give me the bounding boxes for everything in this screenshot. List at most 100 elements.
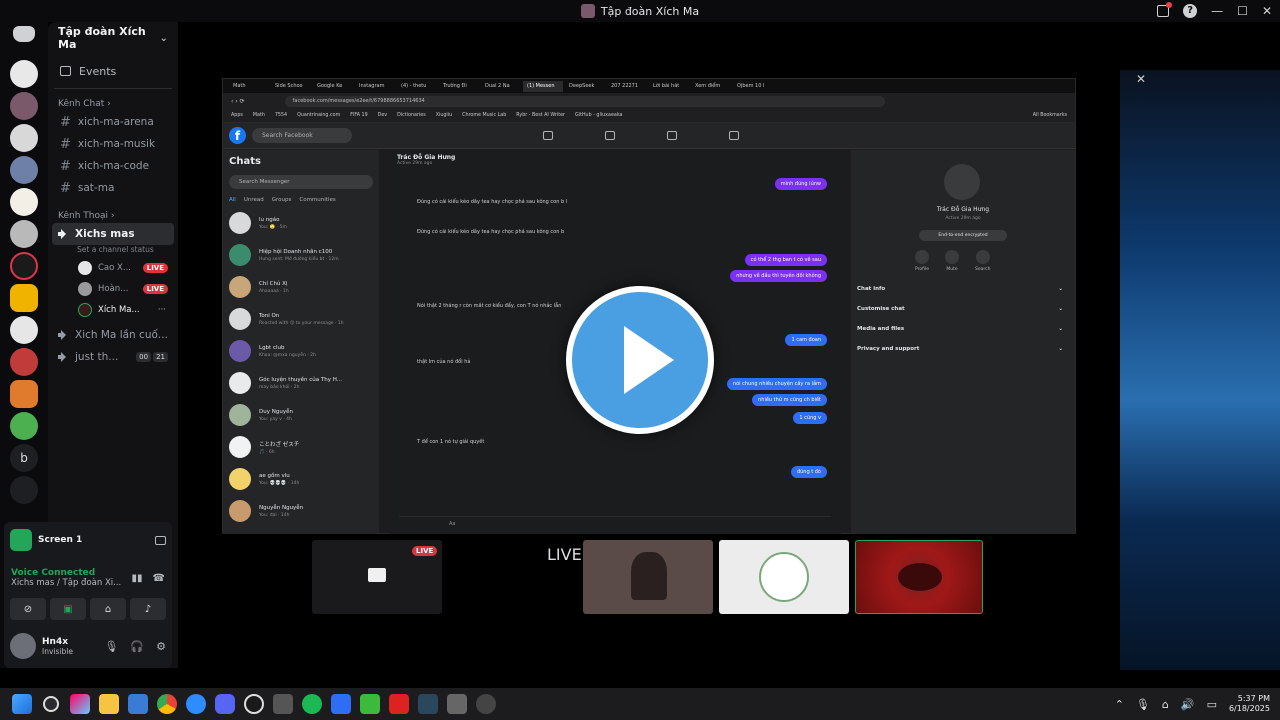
channel-item[interactable]: # sat-ma bbox=[48, 177, 178, 199]
channel-status-input[interactable]: Set a channel status bbox=[48, 245, 178, 257]
maximize-button[interactable]: ☐ bbox=[1237, 4, 1248, 18]
voice-channel-active[interactable]: Xichs mas bbox=[52, 223, 174, 245]
camera-off-button[interactable]: ⊘ bbox=[10, 598, 46, 620]
discord-home-icon[interactable] bbox=[13, 26, 35, 42]
steam-icon[interactable] bbox=[418, 694, 438, 714]
more-icon[interactable]: ··· bbox=[158, 305, 166, 315]
server-icon-7[interactable] bbox=[10, 252, 38, 280]
participant-tile[interactable] bbox=[583, 540, 713, 614]
channel-label: xich-ma-arena bbox=[77, 116, 154, 128]
server-icon-4[interactable] bbox=[10, 156, 38, 184]
mute-action: Mute bbox=[945, 250, 959, 272]
microphone-icon[interactable]: 🎙 bbox=[1136, 698, 1150, 711]
participant-tile[interactable] bbox=[855, 540, 983, 614]
minimize-button[interactable]: — bbox=[1211, 4, 1223, 18]
voice-category[interactable]: Kênh Thoại › bbox=[48, 207, 178, 223]
headphones-icon[interactable]: 🎧 bbox=[130, 640, 144, 653]
screen-share-row[interactable]: Screen 1 bbox=[4, 522, 172, 558]
server-icon-5[interactable] bbox=[10, 188, 38, 216]
speaker-icon bbox=[58, 330, 68, 340]
server-icon-1[interactable] bbox=[10, 60, 38, 88]
microphone-icon[interactable]: 🎙 bbox=[104, 640, 118, 653]
disconnect-icon[interactable]: ☎ bbox=[153, 573, 165, 584]
server-icon-6[interactable] bbox=[10, 220, 38, 248]
close-button[interactable]: ✕ bbox=[1262, 4, 1272, 18]
app-icon[interactable] bbox=[331, 694, 351, 714]
action-label: Mute bbox=[946, 267, 958, 272]
server-icon-9[interactable] bbox=[10, 316, 38, 344]
server-icon-10[interactable] bbox=[10, 348, 38, 376]
folder-icon[interactable] bbox=[10, 476, 38, 504]
server-icon-8[interactable] bbox=[10, 284, 38, 312]
volume-icon[interactable]: 🔊 bbox=[1181, 698, 1195, 711]
voice-channel[interactable]: just th... 00 21 bbox=[48, 346, 178, 368]
bookmark-item: All Bookmarks bbox=[1032, 113, 1067, 118]
chat-row: Hiệp hội Doanh nhân c100 Hưng sent: Mở đư… bbox=[229, 239, 373, 271]
time: 5:37 PM bbox=[1237, 694, 1270, 703]
bookmark-item: Dev bbox=[377, 113, 388, 118]
voice-status[interactable]: Voice Connected bbox=[11, 568, 121, 578]
voice-actions: ⊘ ▣ ⌂ ♪ bbox=[4, 594, 172, 624]
avatar bbox=[229, 500, 251, 522]
chrome-icon[interactable] bbox=[157, 694, 177, 714]
play-button[interactable] bbox=[566, 286, 714, 434]
file-explorer-icon[interactable] bbox=[99, 694, 119, 714]
inbox-icon[interactable] bbox=[1157, 2, 1173, 17]
store-icon[interactable] bbox=[128, 694, 148, 714]
avatar[interactable] bbox=[10, 633, 36, 659]
text-category[interactable]: Kênh Chat › bbox=[48, 95, 178, 111]
voice-channel[interactable]: Xich Ma lần cuố... bbox=[48, 324, 178, 346]
action-label: Profile bbox=[915, 267, 929, 272]
events-item[interactable]: Events bbox=[48, 58, 178, 84]
channel-item[interactable]: # xich-ma-musik bbox=[48, 133, 178, 155]
settings-gear-icon[interactable]: ⚙ bbox=[156, 640, 166, 653]
stream-tile-1[interactable]: LIVE bbox=[312, 540, 442, 614]
server-icon-11[interactable] bbox=[10, 380, 38, 408]
spotify-icon[interactable] bbox=[302, 694, 322, 714]
app-icon[interactable] bbox=[389, 694, 409, 714]
chevron-up-icon[interactable]: ⌃ bbox=[1115, 698, 1124, 711]
server-icon-12[interactable] bbox=[10, 412, 38, 440]
github-icon[interactable] bbox=[476, 694, 496, 714]
chat-preview: Hưng sent: Mở đường kiểu bt · 12m bbox=[259, 256, 339, 262]
app-icon[interactable] bbox=[244, 694, 264, 714]
voice-member[interactable]: Hoàn... LIVE bbox=[48, 278, 178, 299]
voice-member[interactable]: Xích Ma... ··· bbox=[48, 299, 178, 320]
server-icon-3[interactable] bbox=[10, 124, 38, 152]
channel-item[interactable]: # xich-ma-arena bbox=[48, 111, 178, 133]
discord-icon[interactable] bbox=[215, 694, 235, 714]
bookmark-item: Xiugiiu bbox=[435, 113, 453, 118]
user-status: Invisible bbox=[42, 646, 73, 656]
app-icon[interactable] bbox=[447, 694, 467, 714]
battery-icon[interactable]: ▭ bbox=[1207, 698, 1217, 711]
bookmark-item: Rybr - Best AI Writer bbox=[516, 113, 566, 118]
avatar bbox=[229, 404, 251, 426]
stop-share-icon[interactable] bbox=[155, 535, 166, 545]
clock[interactable]: 5:37 PM 6/18/2025 bbox=[1229, 694, 1270, 714]
message-bubble: 1 cũng v bbox=[793, 412, 827, 424]
search-icon[interactable] bbox=[43, 696, 59, 712]
network-icon[interactable]: ⌂ bbox=[1162, 698, 1169, 711]
chat-row: Duy Nguyễn You: yay v · 4h bbox=[229, 399, 373, 431]
server-icon-b[interactable]: b bbox=[10, 444, 38, 472]
zoom-icon[interactable] bbox=[186, 694, 206, 714]
signal-icon[interactable]: ▮▮ bbox=[132, 573, 143, 584]
participant-tile[interactable] bbox=[719, 540, 849, 614]
activity-button[interactable]: ⌂ bbox=[90, 598, 126, 620]
soundboard-button[interactable]: ♪ bbox=[130, 598, 166, 620]
help-icon[interactable]: ? bbox=[1183, 4, 1198, 18]
app-icon[interactable] bbox=[273, 694, 293, 714]
server-icon-2[interactable] bbox=[10, 92, 38, 120]
close-icon[interactable]: ✕ bbox=[1136, 72, 1146, 86]
voice-location[interactable]: Xichs mas / Tập đoàn Xi... bbox=[11, 578, 121, 588]
hash-icon: # bbox=[60, 136, 71, 152]
copilot-icon[interactable] bbox=[70, 694, 90, 714]
minecraft-icon[interactable] bbox=[360, 694, 380, 714]
windows-start-icon[interactable] bbox=[12, 694, 32, 714]
channel-item[interactable]: # xich-ma-code bbox=[48, 155, 178, 177]
voice-member[interactable]: Cao X... LIVE bbox=[48, 257, 178, 278]
guild-header[interactable]: Tập đoàn Xích Ma ⌄ bbox=[48, 22, 178, 54]
screen-share-button[interactable]: ▣ bbox=[50, 598, 86, 620]
voice-connected-row: Voice Connected Xichs mas / Tập đoàn Xi.… bbox=[4, 558, 172, 594]
browser-tab: Instagram bbox=[359, 83, 385, 89]
